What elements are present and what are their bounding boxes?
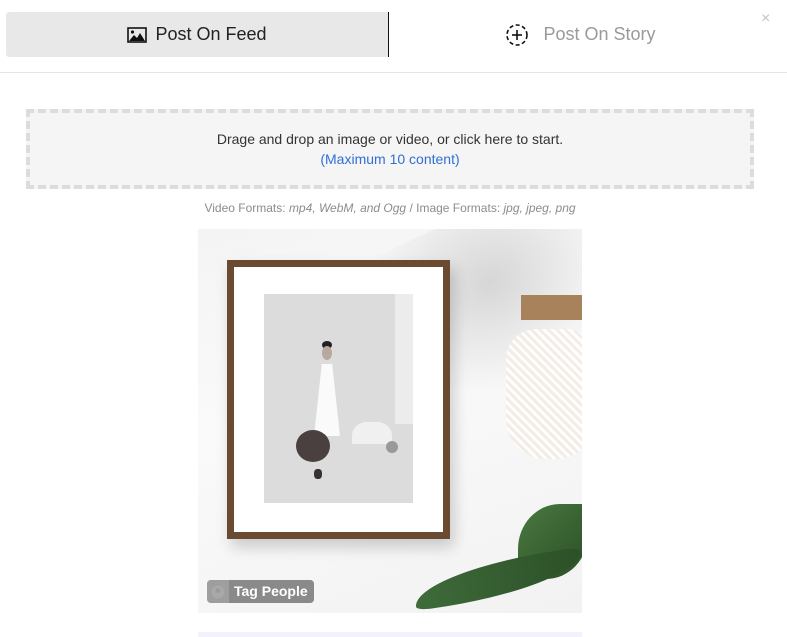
- video-formats-values: mp4, WebM, and Ogg: [288, 201, 407, 215]
- dropzone-max-content: (Maximum 10 content): [320, 151, 460, 167]
- user-icon: [207, 580, 229, 603]
- post-type-tabs: Post On Feed Post On Story ×: [0, 0, 787, 73]
- picture-frame: [227, 260, 450, 539]
- upload-dropzone[interactable]: Drage and drop an image or video, or cli…: [26, 109, 754, 189]
- image-formats-values: jpg, jpeg, png: [503, 201, 576, 215]
- tab-post-on-feed-label: Post On Feed: [155, 24, 267, 44]
- framed-illustration: [264, 294, 413, 503]
- dashed-circle-plus-icon: [505, 23, 529, 47]
- tab-post-on-feed[interactable]: Post On Feed: [6, 12, 389, 57]
- tab-post-on-story-label: Post On Story: [543, 24, 656, 44]
- image-formats-label: Image Formats:: [416, 201, 504, 215]
- media-preview: Tag People: [198, 229, 582, 613]
- video-formats-label: Video Formats:: [204, 201, 289, 215]
- tab-post-on-story[interactable]: Post On Story: [389, 12, 772, 57]
- illustration-arch: [395, 294, 413, 424]
- tag-people-label: Tag People: [229, 580, 314, 603]
- illustration-head: [322, 346, 332, 360]
- tag-people-button[interactable]: Tag People: [207, 580, 314, 603]
- supported-formats: Video Formats: mp4, WebM, and Ogg / Imag…: [0, 201, 780, 215]
- formats-separator: /: [406, 201, 417, 215]
- post-modal: Post On Feed Post On Story × Drage and d…: [0, 0, 787, 637]
- illustration-pot: [386, 441, 398, 453]
- illustration-feet: [314, 469, 322, 479]
- net-bag: [506, 329, 582, 459]
- image-icon: [127, 26, 148, 43]
- illustration-bag: [296, 430, 330, 462]
- next-section-strip: [198, 632, 582, 637]
- wooden-hook: [521, 295, 582, 320]
- illustration-dress: [314, 364, 340, 436]
- plant-leaf-lower: [411, 547, 582, 611]
- dropzone-instruction: Drage and drop an image or video, or cli…: [216, 131, 564, 147]
- close-icon[interactable]: ×: [761, 11, 773, 27]
- illustration-steps: [352, 422, 392, 444]
